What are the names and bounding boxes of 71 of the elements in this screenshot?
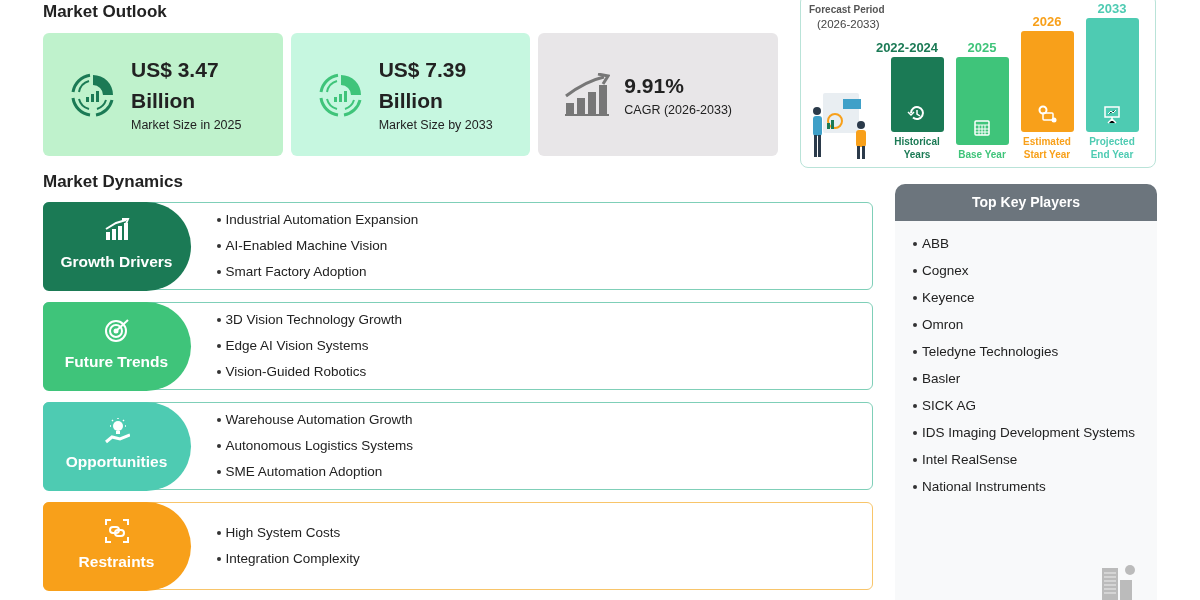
category-title: Restraints	[78, 552, 155, 573]
bullet-icon	[913, 404, 917, 408]
bullet-point: Autonomous Logistics Systems	[216, 437, 414, 455]
bullet-icon	[216, 531, 221, 535]
bullet-icon	[216, 418, 221, 422]
gear-monitor-icon	[1037, 104, 1057, 124]
bullet-icon	[913, 458, 917, 462]
section-heading: Market Dynamics	[43, 172, 183, 192]
bullet-icon	[216, 444, 221, 448]
bullet-point: Smart Factory Adoption	[216, 263, 419, 281]
list-item: National Instruments	[913, 478, 1157, 496]
bullet-point: High System Costs	[216, 524, 360, 542]
bullet-icon	[913, 323, 917, 327]
lightbulb-hand-icon	[103, 418, 130, 445]
category-title: Opportunities	[65, 452, 168, 473]
list-item: Teledyne Technologies	[913, 343, 1157, 361]
bullet-icon	[216, 270, 221, 274]
bullet-point: 3D Vision Technology Growth	[216, 311, 403, 329]
list-item: Intel RealSense	[913, 451, 1157, 469]
list-item: IDS Imaging Development Systems	[913, 424, 1157, 442]
bullet-icon	[216, 470, 221, 474]
bullet-icon	[913, 296, 917, 300]
stage-year: 2025	[967, 38, 997, 57]
stage-year: 2033	[1097, 0, 1127, 18]
category-title: Future Trends	[64, 352, 169, 373]
stage-year: 2022-2024	[875, 38, 939, 57]
bullet-point: Warehouse Automation Growth	[216, 411, 414, 429]
section-heading: Market Outlook	[43, 2, 167, 22]
stage-year: 2026	[1032, 12, 1062, 31]
list-item: SICK AG	[913, 397, 1157, 415]
forecast-period: (2026-2033)	[816, 17, 881, 32]
stat-value: US$ 3.47 Billion	[131, 57, 220, 115]
bullet-icon	[913, 377, 917, 381]
bullet-icon	[913, 485, 917, 489]
list-item: Keyence	[913, 289, 1157, 307]
bullet-icon	[216, 370, 221, 374]
bullet-icon	[216, 244, 221, 248]
panel-header: Top Key Players	[895, 184, 1157, 221]
list-item: Omron	[913, 316, 1157, 334]
bullet-point: AI-Enabled Machine Vision	[216, 237, 419, 255]
stat-caption: Market Size in 2025	[131, 117, 242, 135]
bullet-icon	[216, 344, 221, 348]
bullet-icon	[216, 218, 221, 222]
stage-label: Projected End Year	[1088, 135, 1136, 161]
bullet-icon	[216, 557, 221, 561]
stat-caption: Market Size by 2033	[378, 117, 493, 135]
bullet-point: Vision-Guided Robotics	[216, 363, 403, 381]
bullet-icon	[913, 350, 917, 354]
stat-caption: CAGR (2026-2033)	[624, 101, 733, 119]
bullet-point: Industrial Automation Expansion	[216, 211, 419, 229]
bullet-icon	[913, 269, 917, 273]
bullet-point: SME Automation Adoption	[216, 463, 414, 481]
list-item: Basler	[913, 370, 1157, 388]
link-frame-icon	[103, 518, 130, 545]
category-title: Growth Drivers	[60, 252, 173, 273]
bullet-icon	[913, 431, 917, 435]
target-icon	[103, 318, 130, 345]
bullet-point: Integration Complexity	[216, 550, 360, 568]
list-item: ABB	[913, 235, 1157, 253]
bullet-icon	[913, 242, 917, 246]
stat-value: US$ 7.39 Billion	[378, 57, 468, 115]
calendar-icon	[972, 117, 992, 137]
stage-label: Base Year	[958, 148, 1006, 161]
forecast-title: Forecast Period	[809, 3, 886, 16]
list-item: Cognex	[913, 262, 1157, 280]
bullet-point: Edge AI Vision Systems	[216, 337, 403, 355]
bullet-icon	[216, 318, 221, 322]
presentation-board-icon	[1102, 104, 1122, 124]
stat-value: 9.91%	[624, 72, 685, 99]
stage-label: Historical Years	[893, 135, 941, 161]
stage-label: Estimated Start Year	[1022, 135, 1072, 161]
